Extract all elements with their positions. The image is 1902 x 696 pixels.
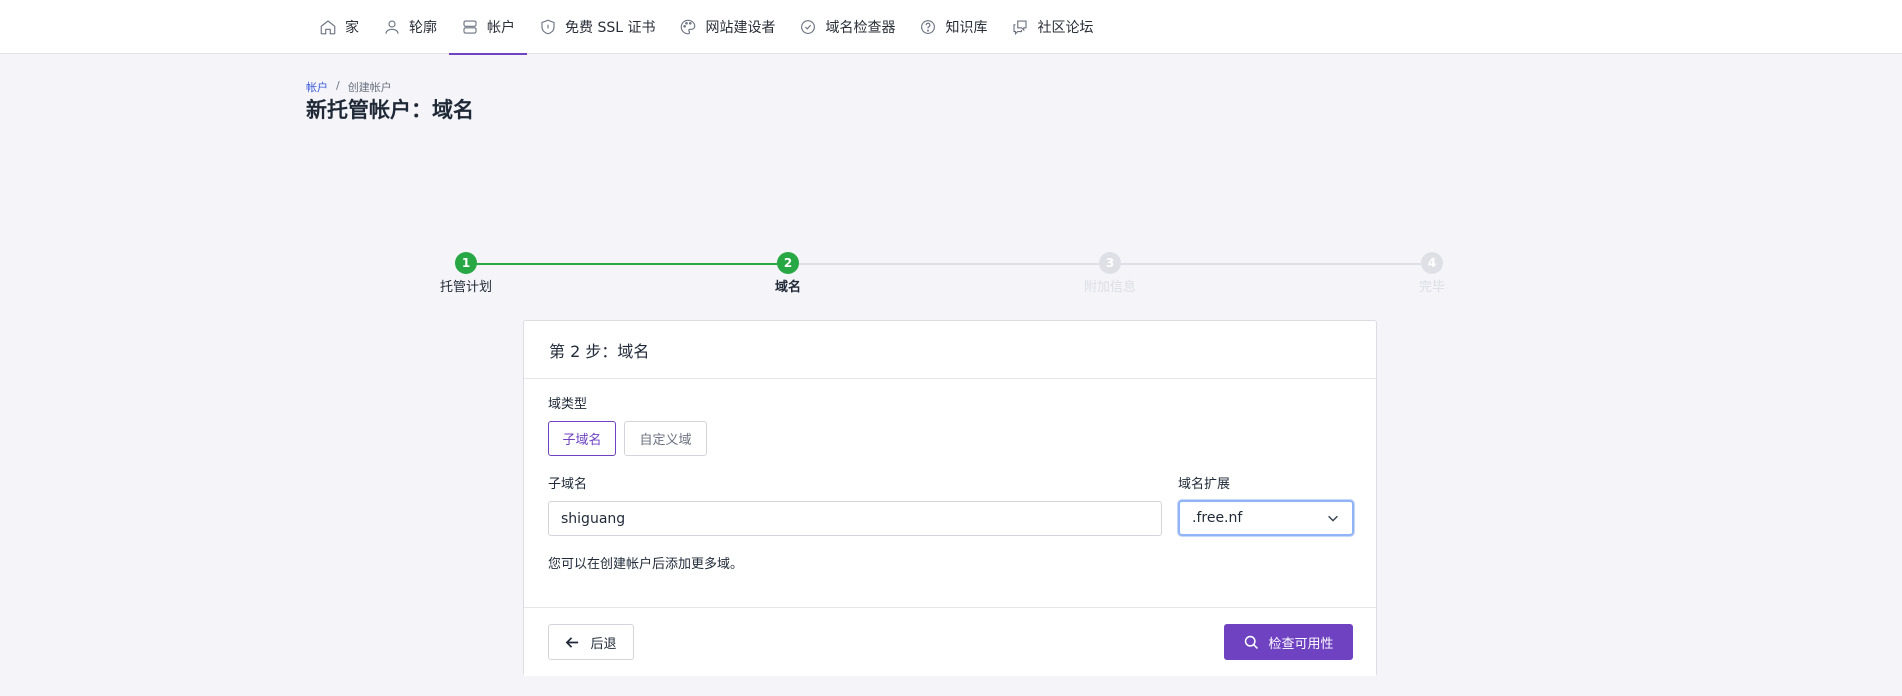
domain-type-label: 域类型 xyxy=(548,397,588,412)
card-header: 第 2 步：域名 xyxy=(524,321,1376,379)
nav-item-site-builder[interactable]: 网站建设者 xyxy=(667,0,787,54)
shield-icon xyxy=(539,18,557,36)
user-icon xyxy=(383,18,401,36)
back-button-label: 后退 xyxy=(590,636,617,652)
check-availability-label: 检查可用性 xyxy=(1268,636,1334,652)
page-title: 新托管帐户：域名 xyxy=(306,98,474,122)
step-label: 域名 xyxy=(774,280,801,295)
subdomain-label: 子域名 xyxy=(548,477,588,492)
nav-item-label: 家 xyxy=(345,20,359,36)
custom-domain-option-button[interactable]: 自定义域 xyxy=(624,421,707,456)
step-number: 4 xyxy=(1421,252,1443,274)
domain-step-card: 第 2 步：域名 域类型 子域名 自定义域 子域名 域名扩展 .free.nf … xyxy=(523,320,1377,676)
nav-item-accounts[interactable]: 帐户 xyxy=(449,0,527,55)
question-circle-icon xyxy=(919,18,937,36)
nav-item-label: 网站建设者 xyxy=(705,20,776,36)
breadcrumb-accounts-link[interactable]: 帐户 xyxy=(306,79,328,95)
nav-menu: 家 轮廓 帐户 免费 SSL 证书 网站建设者 域名检查器 知识库 社区论坛 xyxy=(307,0,1105,55)
nav-item-profile[interactable]: 轮廓 xyxy=(371,0,449,54)
nav-item-label: 轮廓 xyxy=(409,20,437,36)
back-button[interactable]: 后退 xyxy=(548,624,634,660)
nav-item-label: 帐户 xyxy=(487,20,515,36)
breadcrumb-current: 创建帐户 xyxy=(347,81,392,94)
check-circle-icon xyxy=(799,18,817,36)
nav-item-community-forum[interactable]: 社区论坛 xyxy=(999,0,1105,54)
step-domain: 2 域名 xyxy=(738,252,838,295)
subdomain-input[interactable] xyxy=(548,501,1162,536)
server-icon xyxy=(461,18,479,36)
nav-item-label: 免费 SSL 证书 xyxy=(565,20,656,36)
step-label: 附加信息 xyxy=(1083,280,1136,295)
step-label: 托管计划 xyxy=(439,280,492,295)
nav-item-label: 社区论坛 xyxy=(1037,20,1094,36)
domain-extension-value: .free.nf xyxy=(1192,510,1243,526)
step-number: 2 xyxy=(777,252,799,274)
check-availability-button[interactable]: 检查可用性 xyxy=(1224,624,1353,660)
nav-item-ssl[interactable]: 免费 SSL 证书 xyxy=(527,0,667,54)
chat-icon xyxy=(1011,18,1029,36)
subdomain-option-button[interactable]: 子域名 xyxy=(548,421,616,456)
breadcrumb: 帐户 / 创建帐户 xyxy=(306,79,392,95)
nav-item-domain-checker[interactable]: 域名检查器 xyxy=(787,0,907,54)
top-navigation: 家 轮廓 帐户 免费 SSL 证书 网站建设者 域名检查器 知识库 社区论坛 xyxy=(0,0,1902,55)
help-text: 您可以在创建帐户后添加更多域。 xyxy=(548,557,744,572)
nav-item-home[interactable]: 家 xyxy=(307,0,371,54)
card-body: 域类型 子域名 自定义域 子域名 域名扩展 .free.nf 您可以在创建帐户后… xyxy=(524,379,1376,607)
breadcrumb-separator: / xyxy=(336,79,340,92)
arrow-left-icon xyxy=(565,635,580,650)
card-footer: 后退 检查可用性 xyxy=(524,607,1376,676)
step-additional-info: 3 附加信息 xyxy=(1060,252,1160,295)
nav-item-knowledge-base[interactable]: 知识库 xyxy=(907,0,999,54)
nav-item-label: 知识库 xyxy=(945,20,988,36)
step-number: 3 xyxy=(1099,252,1121,274)
step-label: 完毕 xyxy=(1418,280,1445,295)
nav-item-label: 域名检查器 xyxy=(825,20,896,36)
palette-icon xyxy=(679,18,697,36)
step-hosting-plan: 1 托管计划 xyxy=(416,252,516,295)
search-icon xyxy=(1243,634,1260,651)
home-icon xyxy=(319,18,337,36)
step-number: 1 xyxy=(455,252,477,274)
domain-extension-label: 域名扩展 xyxy=(1178,477,1231,492)
domain-extension-select[interactable]: .free.nf xyxy=(1178,500,1354,536)
step-complete: 4 完毕 xyxy=(1382,252,1482,295)
chevron-down-icon xyxy=(1326,511,1340,525)
progress-stepper: 1 托管计划 2 域名 3 附加信息 4 完毕 xyxy=(440,252,1445,295)
